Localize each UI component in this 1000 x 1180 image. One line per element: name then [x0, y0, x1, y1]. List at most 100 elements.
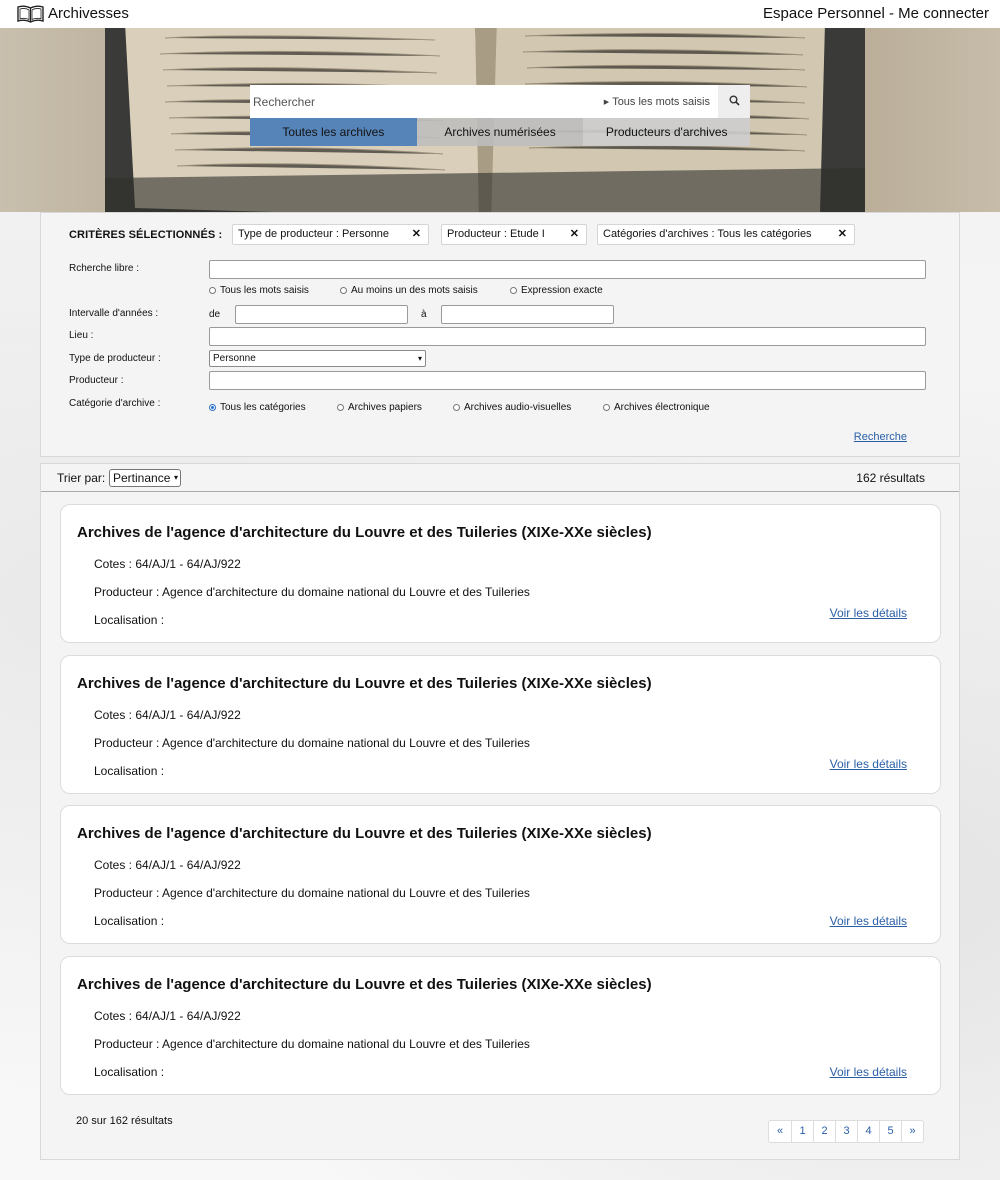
- years-to-label: à: [421, 309, 427, 320]
- top-bar: Archivesses Espace Personnel - Me connec…: [0, 0, 1000, 28]
- pagination-page-5[interactable]: 5: [879, 1121, 901, 1142]
- producer-type-select[interactable]: Personne ▾: [209, 350, 426, 367]
- year-from-input[interactable]: [235, 305, 408, 324]
- chip-label: Type de producteur : Personne: [238, 228, 390, 240]
- radio-button[interactable]: [209, 404, 216, 411]
- result-card: Archives de l'agence d'architecture du L…: [60, 805, 941, 944]
- result-card: Archives de l'agence d'architecture du L…: [60, 956, 941, 1095]
- radio-label: Archives électronique: [614, 402, 710, 413]
- free-search-input[interactable]: [209, 260, 926, 279]
- years-from-label: de: [209, 309, 221, 320]
- pagination-page-1[interactable]: 1: [791, 1121, 813, 1142]
- result-cotes: Cotes : 64/AJ/1 - 64/AJ/922: [94, 1009, 241, 1023]
- radio-button[interactable]: [603, 404, 610, 411]
- radio-label: Expression exacte: [521, 285, 603, 296]
- chevron-down-icon: ▾: [417, 354, 422, 363]
- category-option-electronic[interactable]: Archives électronique: [603, 402, 710, 413]
- result-location: Localisation :: [94, 764, 165, 778]
- search-mode-label: Tous les mots saisis: [612, 95, 710, 108]
- radio-button[interactable]: [209, 287, 216, 294]
- open-book-icon: [17, 4, 44, 23]
- pagination-next[interactable]: »: [901, 1121, 923, 1142]
- place-label: Lieu :: [69, 330, 94, 341]
- result-producer: Producteur : Agence d'architecture du do…: [94, 886, 530, 900]
- radio-button[interactable]: [510, 287, 517, 294]
- view-details-link[interactable]: Voir les détails: [830, 914, 907, 928]
- magnifier-icon: [729, 93, 740, 111]
- free-search-option-any[interactable]: Au moins un des mots saisis: [340, 285, 478, 296]
- category-option-paper[interactable]: Archives papiers: [337, 402, 422, 413]
- radio-label: Archives papiers: [348, 402, 422, 413]
- category-option-audiovisual[interactable]: Archives audio-visuelles: [453, 402, 571, 413]
- close-icon[interactable]: ✕: [570, 225, 579, 244]
- result-location: Localisation :: [94, 1065, 165, 1079]
- criteria-panel: CRITÈRES SÉLECTIONNÉS : Type de producte…: [40, 212, 960, 457]
- result-producer: Producteur : Agence d'architecture du do…: [94, 1037, 530, 1051]
- radio-label: Tous les mots saisis: [220, 285, 309, 296]
- sort-select[interactable]: Pertinance ▾: [109, 469, 181, 487]
- tab-digitized-archives[interactable]: Archives numérisées: [416, 118, 584, 146]
- result-card: Archives de l'agence d'architecture du L…: [60, 655, 941, 794]
- search-submit-link[interactable]: Recherche: [854, 431, 907, 443]
- year-to-input[interactable]: [441, 305, 614, 324]
- chip-label: Catégories d'archives : Tous les catégor…: [603, 228, 812, 240]
- results-panel: Trier par: Pertinance ▾ 162 résultats Ar…: [40, 463, 960, 1160]
- producer-type-label: Type de producteur :: [69, 353, 161, 364]
- pagination: « 1 2 3 4 5 »: [768, 1120, 924, 1143]
- result-cotes: Cotes : 64/AJ/1 - 64/AJ/922: [94, 557, 241, 571]
- close-icon[interactable]: ✕: [412, 225, 421, 244]
- producer-label: Producteur :: [69, 375, 124, 386]
- result-count: 162 résultats: [856, 471, 925, 485]
- view-details-link[interactable]: Voir les détails: [830, 606, 907, 620]
- years-label: Intervalle d'années :: [69, 308, 159, 319]
- result-card: Archives de l'agence d'architecture du L…: [60, 504, 941, 643]
- category-option-all[interactable]: Tous les catégories: [209, 402, 306, 413]
- filter-chip-category: Catégories d'archives : Tous les catégor…: [597, 224, 855, 245]
- pagination-page-2[interactable]: 2: [813, 1121, 835, 1142]
- filter-chip-producer-type: Type de producteur : Personne ✕: [232, 224, 429, 245]
- pagination-prev[interactable]: «: [769, 1121, 791, 1142]
- site-logo[interactable]: Archivesses: [17, 4, 129, 23]
- result-title[interactable]: Archives de l'agence d'architecture du L…: [77, 825, 652, 842]
- chevron-down-icon: ▾: [173, 473, 178, 482]
- search-button[interactable]: [718, 85, 750, 118]
- search-box: ▶ Tous les mots saisis: [250, 85, 750, 118]
- result-title[interactable]: Archives de l'agence d'architecture du L…: [77, 976, 652, 993]
- result-location: Localisation :: [94, 914, 165, 928]
- view-details-link[interactable]: Voir les détails: [830, 757, 907, 771]
- result-title[interactable]: Archives de l'agence d'architecture du L…: [77, 524, 652, 541]
- view-details-link[interactable]: Voir les détails: [830, 1065, 907, 1079]
- radio-button[interactable]: [453, 404, 460, 411]
- free-search-label: Rcherche libre :: [69, 263, 140, 274]
- close-icon[interactable]: ✕: [838, 225, 847, 244]
- result-producer: Producteur : Agence d'architecture du do…: [94, 736, 530, 750]
- place-input[interactable]: [209, 327, 926, 346]
- select-value: Personne: [213, 353, 256, 364]
- sort-label: Trier par:: [57, 471, 106, 485]
- caret-right-icon: ▶: [603, 98, 610, 106]
- pagination-page-4[interactable]: 4: [857, 1121, 879, 1142]
- category-label: Catégorie d'archive :: [69, 398, 161, 409]
- tab-all-archives[interactable]: Toutes les archives: [250, 118, 417, 146]
- result-title[interactable]: Archives de l'agence d'architecture du L…: [77, 675, 652, 692]
- radio-label: Au moins un des mots saisis: [351, 285, 478, 296]
- radio-button[interactable]: [340, 287, 347, 294]
- producer-input[interactable]: [209, 371, 926, 390]
- radio-label: Tous les catégories: [220, 402, 306, 413]
- search-input[interactable]: [250, 85, 604, 118]
- pagination-page-3[interactable]: 3: [835, 1121, 857, 1142]
- pagination-info: 20 sur 162 résultats: [76, 1115, 173, 1127]
- search-mode-toggle[interactable]: ▶ Tous les mots saisis: [604, 96, 718, 108]
- sort-bar: Trier par: Pertinance ▾ 162 résultats: [41, 464, 959, 492]
- account-link[interactable]: Espace Personnel - Me connecter: [763, 5, 989, 22]
- criteria-title: CRITÈRES SÉLECTIONNÉS :: [69, 229, 223, 241]
- radio-button[interactable]: [337, 404, 344, 411]
- filter-chip-producer: Producteur : Etude I ✕: [441, 224, 587, 245]
- free-search-option-exact[interactable]: Expression exacte: [510, 285, 603, 296]
- tab-archive-producers[interactable]: Producteurs d'archives: [583, 118, 751, 146]
- search-tabs: Toutes les archives Archives numérisées …: [250, 118, 751, 146]
- radio-label: Archives audio-visuelles: [464, 402, 572, 413]
- logo-text: Archivesses: [48, 5, 129, 22]
- free-search-option-all[interactable]: Tous les mots saisis: [209, 285, 309, 296]
- result-location: Localisation :: [94, 613, 165, 627]
